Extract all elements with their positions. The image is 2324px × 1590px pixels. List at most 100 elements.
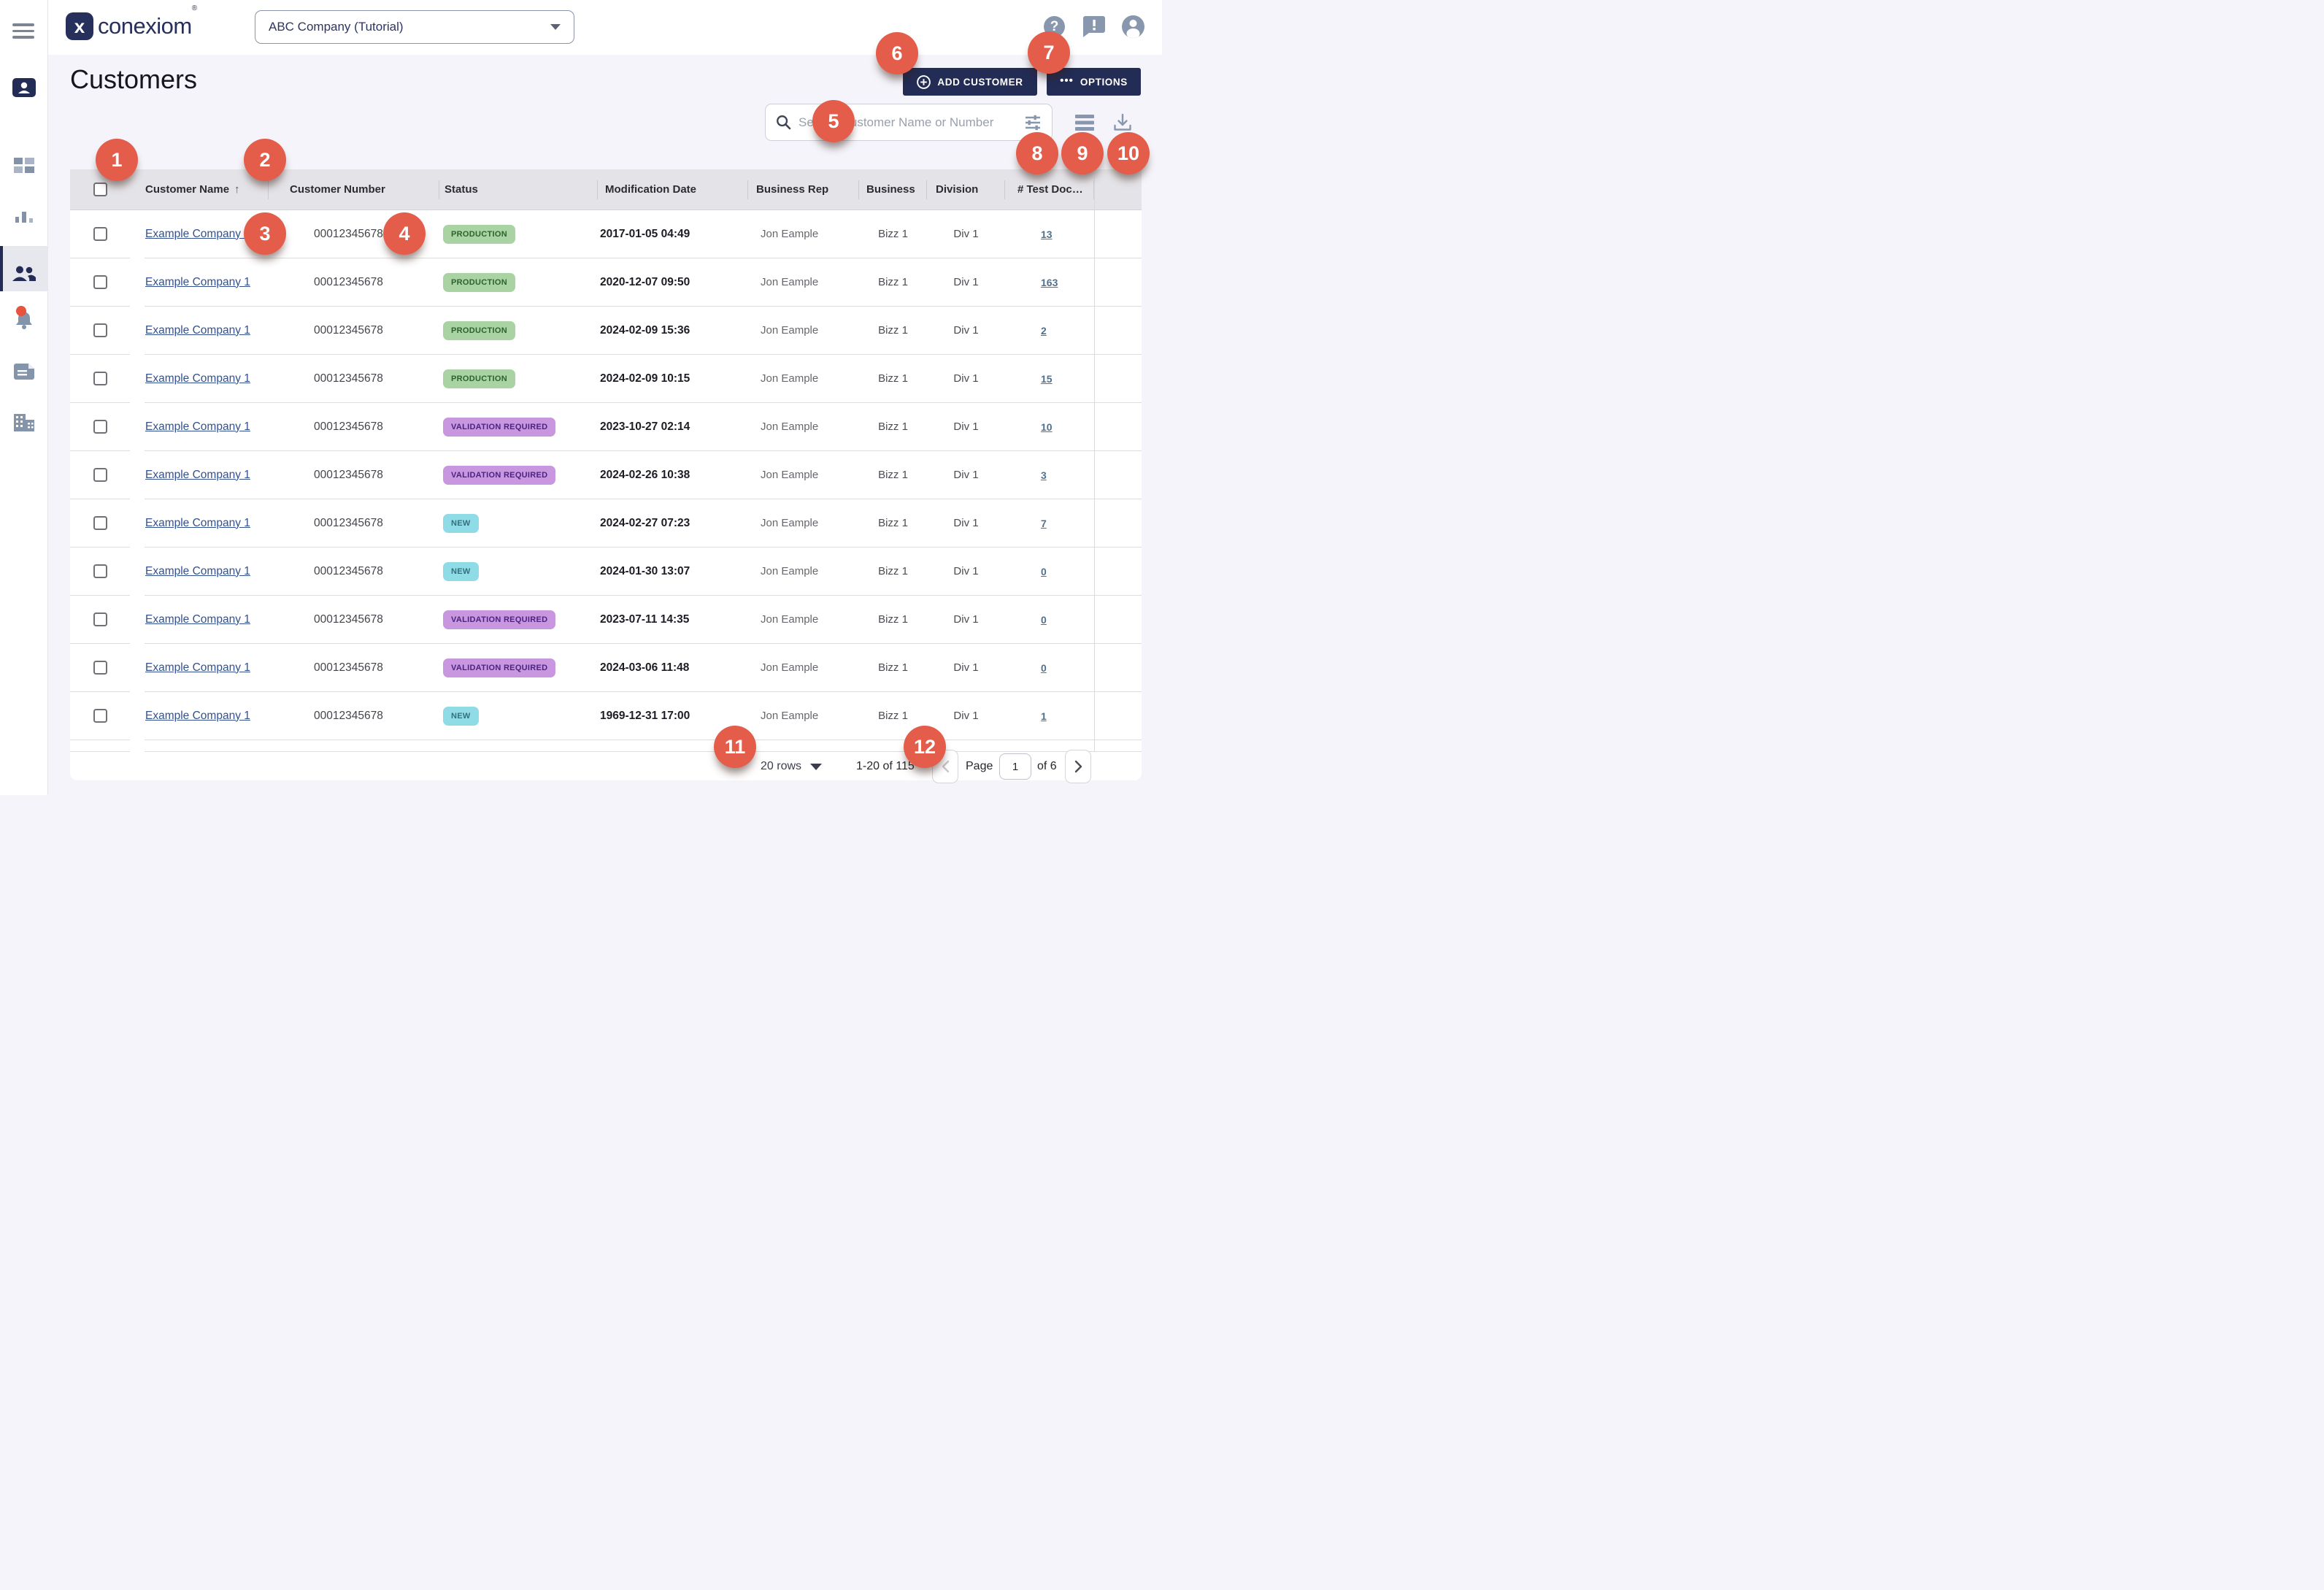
test-doc-count-link[interactable]: 1 [1041, 710, 1047, 722]
contact-card-icon [12, 78, 36, 97]
table-row: Example Company 1 00012345678 VALIDATION… [70, 451, 1142, 499]
feedback-button[interactable] [1082, 15, 1105, 38]
column-header-business-rep[interactable]: Business Rep [748, 169, 859, 210]
column-header-test-doc[interactable]: # Test Doc… [1005, 169, 1094, 210]
bar-chart-icon [15, 210, 34, 224]
customer-name-link[interactable]: Example Company 1 [145, 420, 250, 434]
menu-icon[interactable] [12, 23, 34, 39]
sidebar-item-notifications[interactable] [0, 299, 48, 339]
column-header-status[interactable]: Status [439, 169, 598, 210]
conexiom-mark-icon: x [66, 12, 93, 40]
row-checkbox[interactable] [93, 612, 107, 626]
sidebar-item-documents[interactable] [0, 351, 48, 392]
sidebar-item-contacts[interactable] [0, 67, 48, 108]
sidebar-item-customers[interactable] [0, 253, 48, 294]
customer-name-cell: Example Company 1 [130, 451, 269, 499]
rows-per-page-select[interactable]: 20 rows [761, 760, 822, 773]
row-checkbox[interactable] [93, 709, 107, 723]
test-doc-count-link[interactable]: 0 [1041, 566, 1047, 577]
customer-name-link[interactable]: Example Company 1 [145, 324, 250, 337]
row-checkbox[interactable] [93, 661, 107, 675]
test-doc-count-link[interactable]: 13 [1041, 228, 1053, 240]
modification-date-cell: 2023-10-27 02:14 [598, 403, 748, 450]
business-cell: Bizz 1 [859, 548, 927, 595]
test-doc-count-link[interactable]: 2 [1041, 325, 1047, 337]
customer-number-cell: 00012345678 [269, 596, 439, 643]
rows-caret-icon [810, 764, 822, 770]
test-doc-count-link[interactable]: 163 [1041, 277, 1058, 288]
customers-page: { "brand": { "wordmark": "conexiom", "ma… [0, 0, 1162, 795]
add-customer-button[interactable]: ADD CUSTOMER [903, 68, 1037, 96]
row-checkbox[interactable] [93, 227, 107, 241]
export-button[interactable] [1110, 111, 1135, 134]
customer-name-cell: Example Company 1 [130, 307, 269, 354]
customer-name-link[interactable]: Example Company 1 [145, 710, 250, 723]
sidebar-item-dashboard[interactable] [0, 145, 48, 186]
account-icon [1122, 15, 1144, 38]
business-rep-cell: Jon Eample [748, 355, 859, 402]
row-checkbox-cell [70, 692, 130, 740]
table-row: Example Company 1 00012345678 NEW 1969-1… [70, 692, 1142, 740]
column-header-division[interactable]: Division [927, 169, 1005, 210]
test-doc-count-link[interactable]: 3 [1041, 469, 1047, 481]
column-header-business[interactable]: Business [859, 169, 927, 210]
account-button[interactable] [1122, 15, 1144, 38]
company-selector[interactable]: ABC Company (Tutorial) [255, 10, 574, 44]
test-doc-count-cell: 163 [1005, 258, 1094, 306]
modification-date-cell: 2023-07-11 14:35 [598, 596, 748, 643]
customer-name-link[interactable]: Example Company 1 [145, 613, 250, 626]
search-icon [776, 115, 791, 130]
empty-spacer-row [70, 740, 1142, 752]
customer-name-link[interactable]: Example Company 1 [145, 469, 250, 482]
business-cell: Bizz 1 [859, 499, 927, 547]
customer-name-link[interactable]: Example Company 1 [145, 565, 250, 578]
dashboard-icon [14, 158, 34, 174]
sidebar-item-reports[interactable] [0, 196, 48, 237]
row-checkbox[interactable] [93, 372, 107, 385]
business-cell: Bizz 1 [859, 403, 927, 450]
test-doc-count-cell: 2 [1005, 307, 1094, 354]
rows-per-page-value: 20 rows [761, 760, 801, 773]
row-checkbox[interactable] [93, 275, 107, 289]
business-rep-cell: Jon Eample [748, 644, 859, 691]
column-header-customer-number[interactable]: Customer Number [269, 169, 439, 210]
filter-button[interactable] [1024, 114, 1042, 131]
column-header-modification-date[interactable]: Modification Date [598, 169, 748, 210]
row-checkbox[interactable] [93, 516, 107, 530]
sidebar-item-company[interactable] [0, 402, 48, 443]
status-badge: VALIDATION REQUIRED [443, 466, 555, 485]
page-number-input[interactable] [999, 753, 1031, 780]
customer-name-link[interactable]: Example Company 1 [145, 276, 250, 289]
row-checkbox[interactable] [93, 564, 107, 578]
modification-date-cell: 2024-01-30 13:07 [598, 548, 748, 595]
status-badge: NEW [443, 707, 479, 726]
test-doc-count-link[interactable]: 7 [1041, 518, 1047, 529]
customer-name-link[interactable]: Example Company 1 [145, 372, 250, 385]
test-doc-count-link[interactable]: 0 [1041, 614, 1047, 626]
row-checkbox[interactable] [93, 420, 107, 434]
select-all-checkbox[interactable] [93, 183, 107, 196]
options-button[interactable]: ••• OPTIONS [1047, 68, 1141, 96]
chevron-down-icon [550, 24, 561, 30]
search-box [765, 104, 1053, 141]
test-doc-count-link[interactable]: 0 [1041, 662, 1047, 674]
column-header-customer-name[interactable]: Customer Name↑ [130, 169, 269, 210]
company-selector-value: ABC Company (Tutorial) [269, 20, 550, 34]
customer-number-cell: 00012345678 [269, 692, 439, 740]
customer-name-link[interactable]: Example Company 1 [145, 228, 250, 241]
rows-icon [1075, 115, 1094, 131]
row-checkbox-cell [70, 403, 130, 450]
row-checkbox-cell [70, 210, 130, 258]
row-checkbox[interactable] [93, 323, 107, 337]
next-page-button[interactable] [1065, 750, 1091, 783]
test-doc-count-link[interactable]: 10 [1041, 421, 1053, 433]
row-density-button[interactable] [1072, 111, 1097, 134]
status-cell: VALIDATION REQUIRED [439, 403, 598, 450]
test-doc-count-link[interactable]: 15 [1041, 373, 1053, 385]
test-doc-count-cell: 10 [1005, 403, 1094, 450]
customer-name-link[interactable]: Example Company 1 [145, 517, 250, 530]
row-checkbox[interactable] [93, 468, 107, 482]
customer-number-cell: 00012345678 [269, 451, 439, 499]
customer-number-cell: 00012345678 [269, 548, 439, 595]
customer-name-link[interactable]: Example Company 1 [145, 661, 250, 675]
